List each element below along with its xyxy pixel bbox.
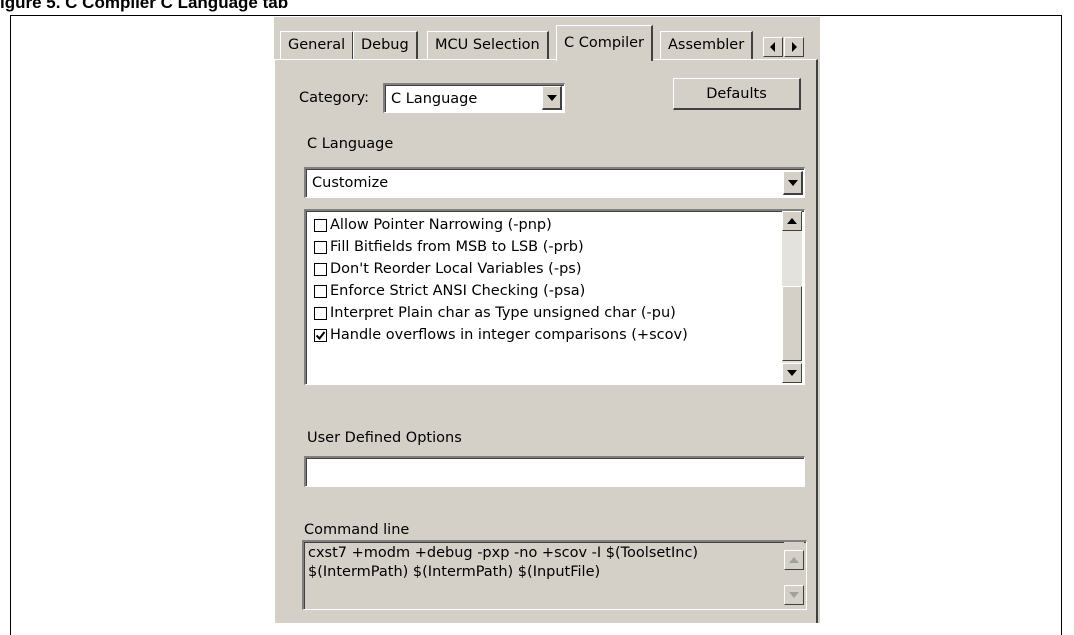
- preset-dropdown-button[interactable]: [783, 171, 803, 195]
- tab-mcu-selection[interactable]: MCU Selection: [427, 31, 549, 59]
- scroll-down-button[interactable]: [784, 585, 804, 605]
- user-options-label: User Defined Options: [307, 430, 462, 446]
- scroll-down-button[interactable]: [782, 363, 802, 383]
- list-item[interactable]: Fill Bitfields from MSB to LSB (-prb): [314, 236, 584, 258]
- options-list: Allow Pointer Narrowing (-pnp) Fill Bitf…: [304, 209, 805, 385]
- option-label: Handle overflows in integer comparisons …: [330, 327, 688, 343]
- tab-c-compiler[interactable]: C Compiler: [556, 25, 653, 61]
- checkbox[interactable]: [314, 306, 327, 320]
- preset-select[interactable]: Customize: [304, 167, 805, 198]
- arrow-down-icon: [787, 370, 797, 376]
- options-scrollbar[interactable]: [782, 211, 802, 383]
- compiler-settings-dialog: General Debug MCU Selection C Compiler A…: [274, 17, 820, 623]
- list-item[interactable]: Interpret Plain char as Type unsigned ch…: [314, 302, 676, 324]
- command-line-text-2: $(IntermPath) $(IntermPath) $(InputFile): [308, 564, 601, 580]
- list-item[interactable]: Allow Pointer Narrowing (-pnp): [314, 214, 552, 236]
- arrow-down-icon: [789, 592, 799, 598]
- chevron-down-icon: [546, 94, 557, 101]
- command-line-scrollbar[interactable]: [784, 542, 804, 608]
- option-label: Enforce Strict ANSI Checking (-psa): [330, 283, 586, 299]
- section-title: C Language: [307, 136, 394, 152]
- command-line-label: Command line: [304, 522, 410, 538]
- option-label: Don't Reorder Local Variables (-ps): [330, 261, 582, 277]
- checkbox-checked[interactable]: [314, 328, 327, 342]
- chevron-down-icon: [787, 179, 798, 186]
- tab-scroll-right-button[interactable]: [784, 37, 804, 57]
- checkbox[interactable]: [314, 218, 327, 232]
- checkbox[interactable]: [314, 240, 327, 254]
- tab-scroll-left-button[interactable]: [763, 37, 783, 57]
- checkmark-icon: [315, 330, 326, 340]
- arrow-right-icon: [792, 42, 797, 52]
- defaults-button[interactable]: Defaults: [673, 78, 801, 110]
- list-item[interactable]: Handle overflows in integer comparisons …: [314, 324, 688, 346]
- checkbox[interactable]: [314, 262, 327, 276]
- arrow-up-icon: [789, 557, 799, 563]
- command-line-box: cxst7 +modm +debug -pxp -no +scov -I $(T…: [302, 540, 807, 610]
- figure-caption: igure 5. C Compiler C Language tab: [0, 0, 289, 12]
- option-label: Allow Pointer Narrowing (-pnp): [330, 217, 552, 233]
- scroll-up-button[interactable]: [782, 211, 802, 231]
- arrow-up-icon: [787, 218, 797, 224]
- checkbox[interactable]: [314, 284, 327, 298]
- tab-general[interactable]: General: [280, 31, 355, 59]
- category-select[interactable]: C Language: [383, 83, 565, 113]
- list-item[interactable]: Don't Reorder Local Variables (-ps): [314, 258, 582, 280]
- preset-value: Customize: [312, 175, 389, 191]
- category-value: C Language: [391, 90, 478, 107]
- category-dropdown-button[interactable]: [542, 86, 562, 110]
- arrow-left-icon: [770, 42, 775, 52]
- list-item[interactable]: Enforce Strict ANSI Checking (-psa): [314, 280, 585, 302]
- tab-assembler[interactable]: Assembler: [660, 31, 754, 59]
- tab-debug[interactable]: Debug: [353, 31, 418, 59]
- option-label: Interpret Plain char as Type unsigned ch…: [330, 305, 676, 321]
- command-line-text-1: cxst7 +modm +debug -pxp -no +scov -I $(T…: [308, 545, 699, 561]
- user-options-input[interactable]: [304, 456, 805, 487]
- option-label: Fill Bitfields from MSB to LSB (-prb): [330, 239, 584, 255]
- scroll-up-button[interactable]: [784, 550, 804, 570]
- category-label: Category:: [299, 90, 370, 106]
- scroll-thumb[interactable]: [782, 286, 802, 361]
